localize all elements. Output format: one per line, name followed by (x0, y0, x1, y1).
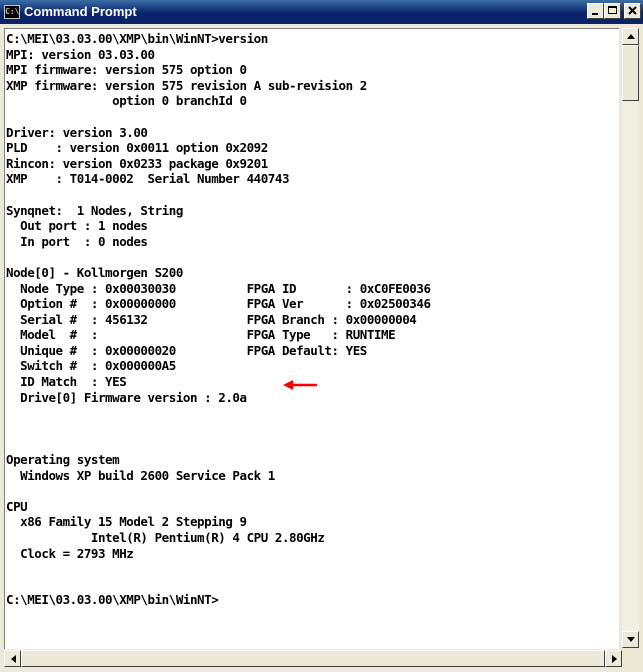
scrollbar-corner (622, 650, 639, 667)
console-line: CPU (6, 498, 28, 514)
console-line: XMP firmware: version 575 revision A sub… (6, 77, 367, 93)
maximize-button[interactable] (604, 3, 621, 19)
scroll-left-button[interactable] (4, 650, 21, 667)
console-line: Node[0] - Kollmorgen S200 (6, 264, 183, 280)
console-text: C:\MEI\03.03.00\XMP\bin\WinNT>version MP… (5, 29, 619, 608)
console-line: Windows XP build 2600 Service Pack 1 (6, 467, 275, 483)
red-arrow-icon (283, 380, 317, 390)
console-icon[interactable]: C:\ (4, 5, 20, 19)
arrow-left-icon (11, 655, 16, 663)
console-line: Clock = 2793 MHz (6, 545, 134, 561)
maximize-icon (608, 6, 617, 14)
console-line: Operating system (6, 452, 120, 468)
console-line: Switch # : 0x000000A5 (6, 358, 176, 374)
console-line: x86 Family 15 Model 2 Stepping 9 (6, 514, 247, 530)
console-line: option 0 branchId 0 (6, 93, 247, 109)
command-prompt-window: C:\ Command Prompt C:\MEI\03.03.00\XMP\b… (0, 0, 643, 672)
console-line: Drive[0] Firmware version : 2.0a (6, 389, 247, 405)
console-line: Serial # : 456132 FPGA Branch : 0x000000… (6, 311, 417, 327)
console-line: C:\MEI\03.03.00\XMP\bin\WinNT> (6, 592, 219, 608)
vertical-scrollbar[interactable] (622, 28, 639, 648)
arrow-up-icon (627, 34, 635, 39)
console-line: Intel(R) Pentium(R) 4 CPU 2.80GHz (6, 530, 325, 545)
console-output-area[interactable]: C:\MEI\03.03.00\XMP\bin\WinNT>version MP… (4, 28, 619, 649)
minimize-icon (592, 13, 598, 15)
horizontal-scroll-thumb[interactable] (21, 650, 605, 667)
close-button[interactable] (624, 3, 641, 19)
console-line: Model # : FPGA Type : RUNTIME (6, 327, 396, 343)
console-line: In port : 0 nodes (6, 233, 148, 249)
console-line: Driver: version 3.00 (6, 124, 148, 140)
scroll-down-button[interactable] (622, 631, 639, 648)
console-line: XMP : T014-0002 Serial Number 440743 (6, 171, 290, 187)
console-line: PLD : version 0x0011 option 0x2092 (6, 140, 268, 156)
minimize-button[interactable] (587, 3, 604, 19)
scroll-right-button[interactable] (605, 650, 622, 667)
console-line: ID Match : YES (6, 374, 127, 390)
window-title: Command Prompt (24, 4, 137, 19)
arrow-right-icon (612, 655, 617, 663)
console-line: Rincon: version 0x0233 package 0x9201 (6, 155, 268, 171)
console-line: Option # : 0x00000000 FPGA Ver : 0x02500… (6, 296, 431, 312)
console-line: MPI: version 03.03.00 (6, 46, 155, 62)
arrow-down-icon (627, 637, 635, 642)
console-line: Synqnet: 1 Nodes, String (6, 202, 183, 218)
vertical-scroll-thumb[interactable] (622, 45, 639, 101)
console-line: Unique # : 0x00000020 FPGA Default: YES (6, 342, 367, 358)
scroll-up-button[interactable] (622, 28, 639, 45)
title-bar[interactable]: C:\ Command Prompt (0, 0, 643, 24)
console-line: MPI firmware: version 575 option 0 (6, 62, 247, 78)
close-icon (628, 6, 637, 15)
console-line: Out port : 1 nodes (6, 218, 148, 234)
console-line: C:\MEI\03.03.00\XMP\bin\WinNT>version (6, 31, 268, 46)
horizontal-scrollbar[interactable] (4, 650, 622, 667)
console-line: Node Type : 0x00030030 FPGA ID : 0xC0FE0… (6, 280, 431, 296)
